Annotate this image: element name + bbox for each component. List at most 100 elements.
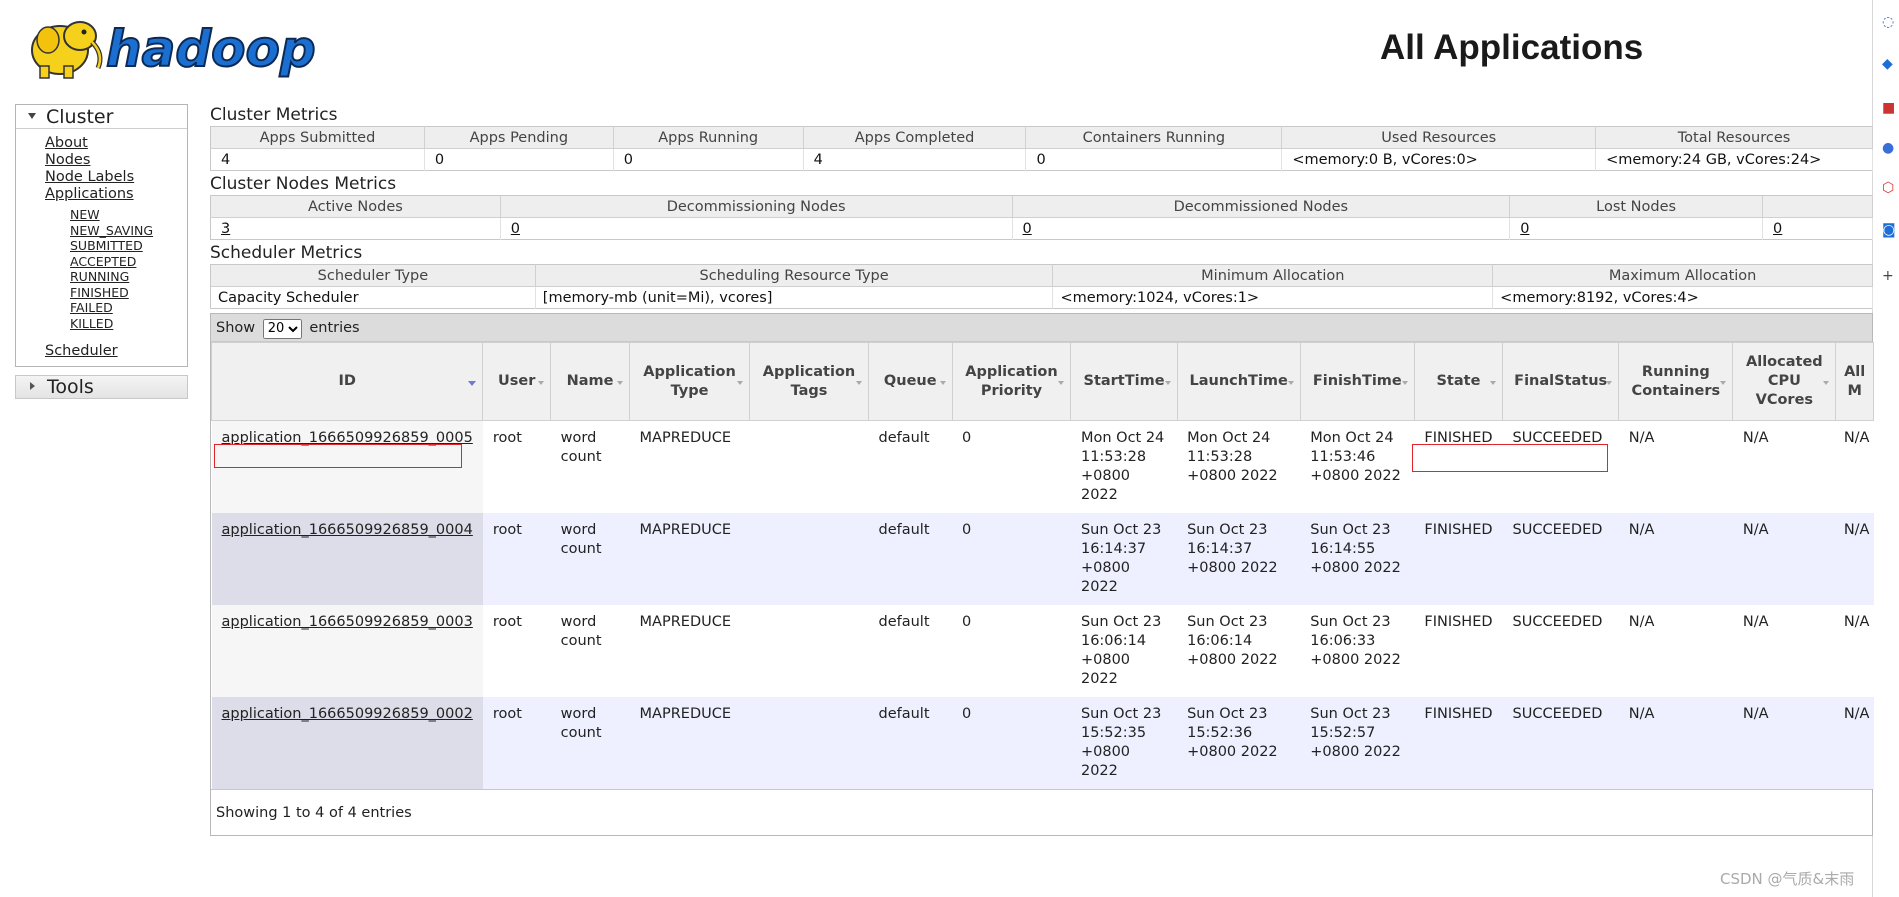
application-id-link[interactable]: application_1666509926859_0005 xyxy=(222,430,473,446)
elephant-icon xyxy=(31,21,103,79)
briefcase-icon[interactable]: ■ xyxy=(1882,100,1895,116)
nav-link-finished[interactable]: FINISHED xyxy=(70,285,187,301)
cell-allocated-vcores: N/A xyxy=(1732,697,1836,789)
scheduler-value: Capacity Scheduler xyxy=(210,286,536,309)
nav-link-applications[interactable]: Applications xyxy=(45,186,187,203)
table-row: application_1666509926859_0005 root word… xyxy=(211,420,1874,513)
cell-tags xyxy=(749,605,869,697)
sort-desc-icon xyxy=(468,381,477,386)
application-id-link[interactable]: application_1666509926859_0002 xyxy=(222,706,473,722)
browser-page: hadoop All Applications Cluster About No… xyxy=(0,0,1874,897)
cell-type: MAPREDUCE xyxy=(629,513,750,605)
col-extra xyxy=(1762,195,1873,218)
col-allocated-memory[interactable]: All M xyxy=(1835,342,1874,421)
col-state[interactable]: State xyxy=(1413,342,1504,421)
scheduler-metrics-title: Scheduler Metrics xyxy=(210,243,363,263)
col-containers-running: Containers Running xyxy=(1025,126,1283,149)
sort-icon xyxy=(538,381,545,385)
application-id-link[interactable]: application_1666509926859_0003 xyxy=(222,614,473,630)
cell-queue: default xyxy=(868,605,953,697)
col-application-tags[interactable]: Application Tags xyxy=(749,342,869,421)
cell-final-status: SUCCEEDED xyxy=(1502,605,1619,697)
outlook-icon[interactable]: ◙ xyxy=(1882,222,1896,238)
cell-state: FINISHED xyxy=(1414,420,1503,513)
col-queue[interactable]: Queue xyxy=(867,342,953,421)
cell-running-containers: N/A xyxy=(1618,697,1733,789)
cluster-toggle[interactable]: Cluster xyxy=(16,105,187,129)
sort-icon xyxy=(855,381,862,385)
application-id-link[interactable]: application_1666509926859_0004 xyxy=(222,522,473,538)
col-name[interactable]: Name xyxy=(550,342,631,421)
cell-name: word count xyxy=(550,697,630,789)
col-launch-time[interactable]: LaunchTime xyxy=(1176,342,1301,421)
cell-final-status: SUCCEEDED xyxy=(1502,513,1619,605)
col-total-resources: Total Resources xyxy=(1595,126,1873,149)
person-icon[interactable]: ● xyxy=(1882,140,1894,156)
sort-icon xyxy=(1164,381,1171,385)
nav-link-killed[interactable]: KILLED xyxy=(70,316,187,332)
cell-queue: default xyxy=(868,420,953,513)
extra-nodes-link[interactable]: 0 xyxy=(1773,221,1782,237)
col-scheduler-type: Scheduler Type xyxy=(210,264,536,287)
col-start-time[interactable]: StartTime xyxy=(1070,342,1178,421)
cell-final-status: SUCCEEDED xyxy=(1502,420,1619,513)
cell-user: root xyxy=(482,420,551,513)
bookmark-icon[interactable]: ◆ xyxy=(1882,56,1893,72)
cluster-metrics-title: Cluster Metrics xyxy=(210,105,338,125)
hadoop-logo[interactable]: hadoop xyxy=(18,10,318,82)
col-maximum-allocation: Maximum Allocation xyxy=(1492,264,1873,287)
cell-tags xyxy=(749,513,869,605)
sort-icon xyxy=(1606,381,1613,385)
col-final-status[interactable]: FinalStatus xyxy=(1502,342,1620,421)
col-id[interactable]: ID xyxy=(210,342,484,421)
nav-link-accepted[interactable]: ACCEPTED xyxy=(70,254,187,270)
cell-priority: 0 xyxy=(952,513,1071,605)
table-row: application_1666509926859_0003 root word… xyxy=(211,605,1874,697)
nav-link-failed[interactable]: FAILED xyxy=(70,300,187,316)
add-icon[interactable]: + xyxy=(1882,268,1894,284)
col-lost-nodes: Lost Nodes xyxy=(1509,195,1764,218)
sort-icon xyxy=(1401,381,1408,385)
tools-toggle[interactable]: Tools xyxy=(15,375,188,399)
cell-running-containers: N/A xyxy=(1618,605,1733,697)
nav-link-new[interactable]: NEW xyxy=(70,207,187,223)
logo-text: hadoop xyxy=(106,20,316,78)
decommissioned-nodes-link[interactable]: 0 xyxy=(1023,221,1032,237)
cell-state: FINISHED xyxy=(1414,697,1503,789)
col-user[interactable]: User xyxy=(482,342,552,421)
search-icon[interactable]: ◌ xyxy=(1882,14,1894,30)
nav-link-about[interactable]: About xyxy=(45,135,187,152)
cell-name: word count xyxy=(550,420,630,513)
main-content: Cluster Metrics Apps Submitted Apps Pend… xyxy=(210,104,1874,836)
nav-link-scheduler[interactable]: Scheduler xyxy=(45,343,187,360)
col-application-priority[interactable]: Application Priority xyxy=(951,342,1072,421)
office-icon[interactable]: ⬡ xyxy=(1882,180,1894,196)
metric-value: 4 xyxy=(210,148,425,171)
nav-link-submitted[interactable]: SUBMITTED xyxy=(70,238,187,254)
cell-queue: default xyxy=(868,513,953,605)
cell-queue: default xyxy=(868,697,953,789)
lost-nodes-link[interactable]: 0 xyxy=(1520,221,1529,237)
cell-type: MAPREDUCE xyxy=(629,697,750,789)
cell-finish-time: Sun Oct 23 16:06:33 +0800 2022 xyxy=(1300,605,1415,697)
col-finish-time[interactable]: FinishTime xyxy=(1299,342,1415,421)
col-allocated-cpu-vcores[interactable]: Allocated CPU VCores xyxy=(1732,342,1837,421)
applications-table: ID User Name Application Type Applicatio… xyxy=(210,342,1874,789)
left-nav: Cluster About Nodes Node Labels Applicat… xyxy=(15,104,188,399)
cell-start-time: Sun Oct 23 15:52:35 +0800 2022 xyxy=(1070,697,1178,789)
col-running-containers[interactable]: Running Containers xyxy=(1618,342,1734,421)
nav-link-nodes[interactable]: Nodes xyxy=(45,152,187,169)
col-active-nodes: Active Nodes xyxy=(210,195,501,218)
nav-link-new-saving[interactable]: NEW_SAVING xyxy=(70,223,187,239)
cell-user: root xyxy=(482,605,551,697)
page-size-select[interactable]: 20 xyxy=(262,318,302,339)
cell-tags xyxy=(749,420,869,513)
active-nodes-link[interactable]: 3 xyxy=(221,221,230,237)
cell-finish-time: Sun Oct 23 15:52:57 +0800 2022 xyxy=(1300,697,1415,789)
nav-link-node-labels[interactable]: Node Labels xyxy=(45,169,187,186)
metric-value: 0 xyxy=(424,148,614,171)
cell-final-status: SUCCEEDED xyxy=(1502,697,1619,789)
col-application-type[interactable]: Application Type xyxy=(629,342,751,421)
decommissioning-nodes-link[interactable]: 0 xyxy=(511,221,520,237)
nav-link-running[interactable]: RUNNING xyxy=(70,269,187,285)
